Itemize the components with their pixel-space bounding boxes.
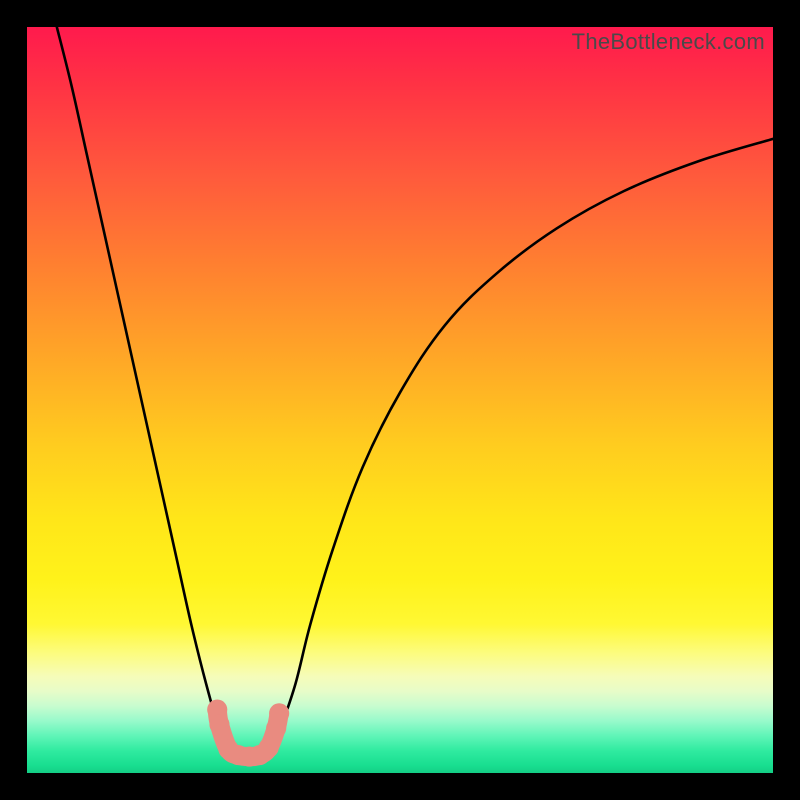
valley-dot	[209, 714, 229, 734]
chart-frame: TheBottleneck.com	[27, 27, 773, 773]
curve-left-right-curve	[273, 139, 773, 751]
curve-left-left-curve	[57, 27, 229, 751]
valley-dot	[259, 738, 279, 758]
valley-dot	[269, 703, 289, 723]
chart-canvas	[27, 27, 773, 773]
